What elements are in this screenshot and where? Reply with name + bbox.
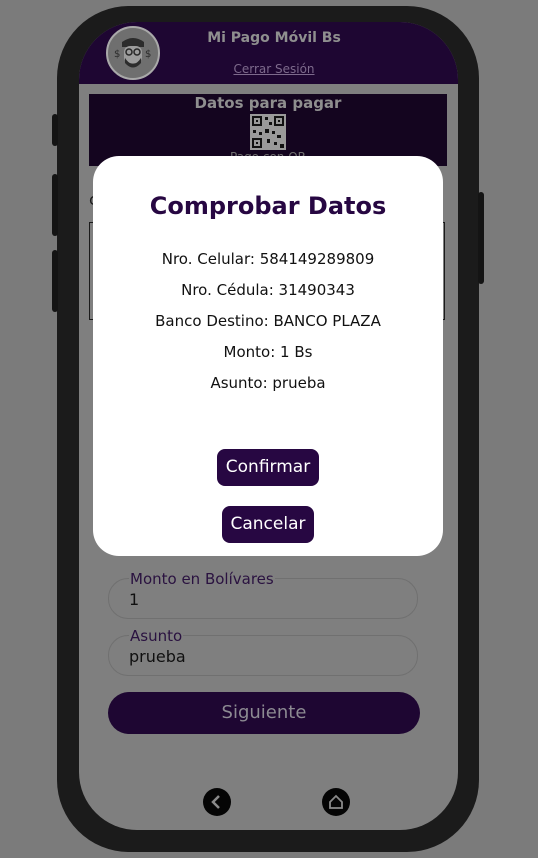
amount-field[interactable]: Monto en Bolívares 1 bbox=[108, 570, 418, 619]
next-button[interactable]: Siguiente bbox=[108, 692, 420, 734]
avatar: $ $ bbox=[106, 26, 160, 80]
app-title: Mi Pago Móvil Bs bbox=[207, 30, 341, 46]
app-header: $ $ Mi Pago Móvil Bs Cerrar Sesión bbox=[79, 22, 458, 84]
qr-code-icon[interactable] bbox=[250, 114, 286, 150]
pay-data-title: Datos para pagar bbox=[194, 94, 342, 112]
svg-text:$: $ bbox=[114, 49, 120, 60]
phone-number-line: Nro. Celular: 584149289809 bbox=[161, 250, 375, 268]
cancel-button[interactable]: Cancelar bbox=[222, 506, 314, 543]
home-icon[interactable] bbox=[322, 788, 350, 816]
id-number-line: Nro. Cédula: 31490343 bbox=[181, 281, 355, 299]
phone-side-button bbox=[52, 114, 58, 146]
subject-field-label: Asunto bbox=[129, 627, 184, 645]
amount-field-label: Monto en Bolívares bbox=[129, 570, 275, 588]
mascot-icon: $ $ bbox=[110, 30, 156, 76]
destination-bank-line: Banco Destino: BANCO PLAZA bbox=[155, 312, 381, 330]
modal-title: Comprobar Datos bbox=[149, 192, 387, 220]
phone-side-button bbox=[52, 174, 58, 236]
phone-side-button bbox=[52, 250, 58, 312]
subject-field-value: prueba bbox=[129, 647, 186, 666]
subject-field[interactable]: Asunto prueba bbox=[108, 627, 418, 676]
confirm-data-modal: Comprobar Datos Nro. Celular: 5841492898… bbox=[93, 156, 443, 556]
amount-field-value: 1 bbox=[129, 590, 140, 609]
phone-side-button bbox=[478, 192, 484, 284]
subject-line: Asunto: prueba bbox=[210, 374, 326, 392]
confirm-button[interactable]: Confirmar bbox=[217, 449, 319, 486]
svg-text:$: $ bbox=[145, 49, 151, 60]
chevron-left-icon[interactable] bbox=[203, 788, 231, 816]
logout-link[interactable]: Cerrar Sesión bbox=[189, 62, 359, 76]
amount-line: Monto: 1 Bs bbox=[223, 343, 313, 361]
